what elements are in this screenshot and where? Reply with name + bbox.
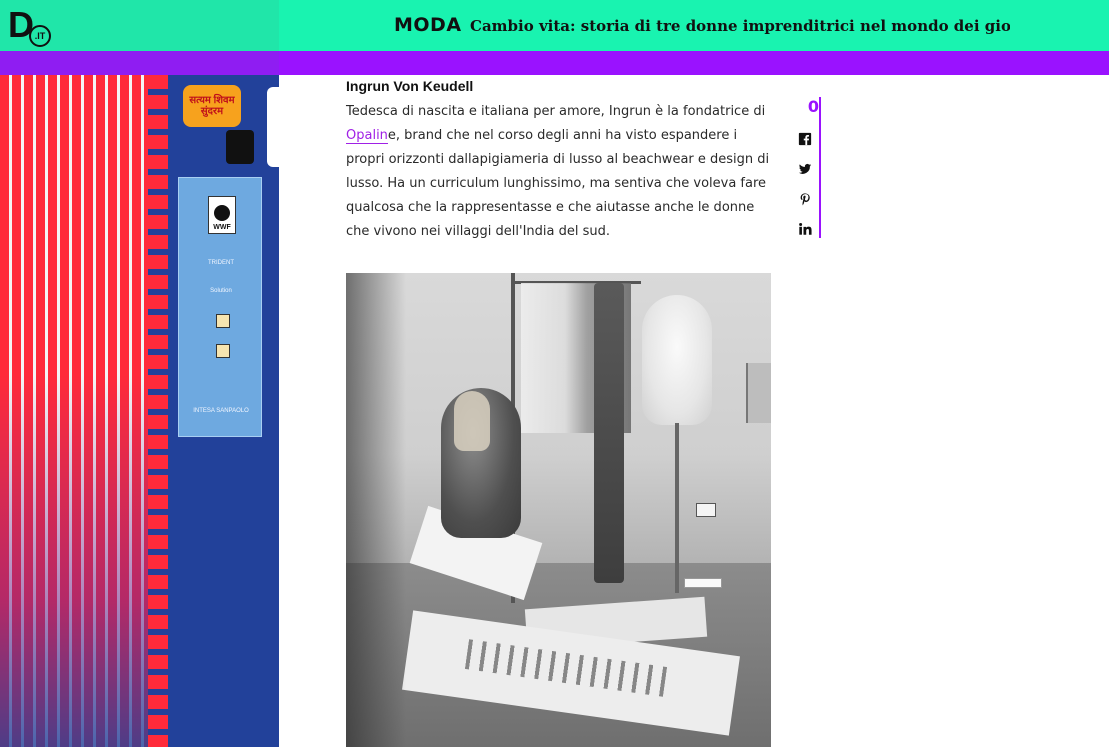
wwf-label: WWF xyxy=(213,224,231,231)
photo-door xyxy=(746,363,771,423)
article-photo xyxy=(346,273,771,747)
paragraph-text-start: Tedesca di nascita e italiana per amore,… xyxy=(346,104,766,119)
site-logo[interactable]: D .IT xyxy=(8,4,54,48)
share-bar: 0 xyxy=(793,97,821,238)
opaline-link[interactable]: Opalin xyxy=(346,128,388,144)
article-paragraph: Tedesca di nascita e italiana per amore,… xyxy=(346,100,771,244)
linkedin-icon[interactable] xyxy=(797,221,813,237)
photo-power-strip xyxy=(684,578,722,588)
article-body: Ingrun Von Keudell Tedesca di nascita e … xyxy=(346,78,771,244)
paragraph-text-end: e, brand che nel corso degli anni ha vis… xyxy=(346,128,770,239)
ad-tab xyxy=(267,87,279,167)
side-advertisement[interactable]: सत्यम शिवम सुंदरम WWF TRIDENT Solution I… xyxy=(0,75,279,747)
sponsor-solution: Solution xyxy=(210,288,232,294)
photo-mannequin xyxy=(642,295,712,425)
pinterest-icon[interactable] xyxy=(797,191,813,207)
panda-icon xyxy=(214,205,230,221)
sponsor-mark-icon xyxy=(216,344,230,358)
photo-socket xyxy=(696,503,716,517)
twitter-icon[interactable] xyxy=(797,161,813,177)
photo-garment xyxy=(594,283,624,583)
photo-stand xyxy=(675,423,679,593)
purple-bar-left xyxy=(0,51,279,75)
share-count: 0 xyxy=(807,97,819,116)
sponsor-trident: TRIDENT xyxy=(208,260,234,266)
ad-badge-icon xyxy=(226,130,254,164)
facebook-icon[interactable] xyxy=(797,131,813,147)
section-subheading: Ingrun Von Keudell xyxy=(346,78,474,94)
photo-shadow xyxy=(346,273,406,747)
photo-hair xyxy=(454,391,490,451)
sponsor-intesa: INTESA SANPAOLO xyxy=(193,408,249,414)
sponsor-mark-icon xyxy=(216,314,230,328)
ad-sponsor-panel: WWF TRIDENT Solution INTESA SANPAOLO xyxy=(178,177,262,437)
section-label[interactable]: MODA xyxy=(394,14,462,36)
logo-badge: .IT xyxy=(29,25,51,47)
ad-logo: सत्यम शिवम सुंदरम xyxy=(183,85,241,127)
page: D .IT MODA Cambio vita: storia di tre do… xyxy=(0,0,1109,747)
article-headline: Cambio vita: storia di tre donne imprend… xyxy=(470,17,1010,35)
wwf-logo-icon: WWF xyxy=(208,196,236,234)
